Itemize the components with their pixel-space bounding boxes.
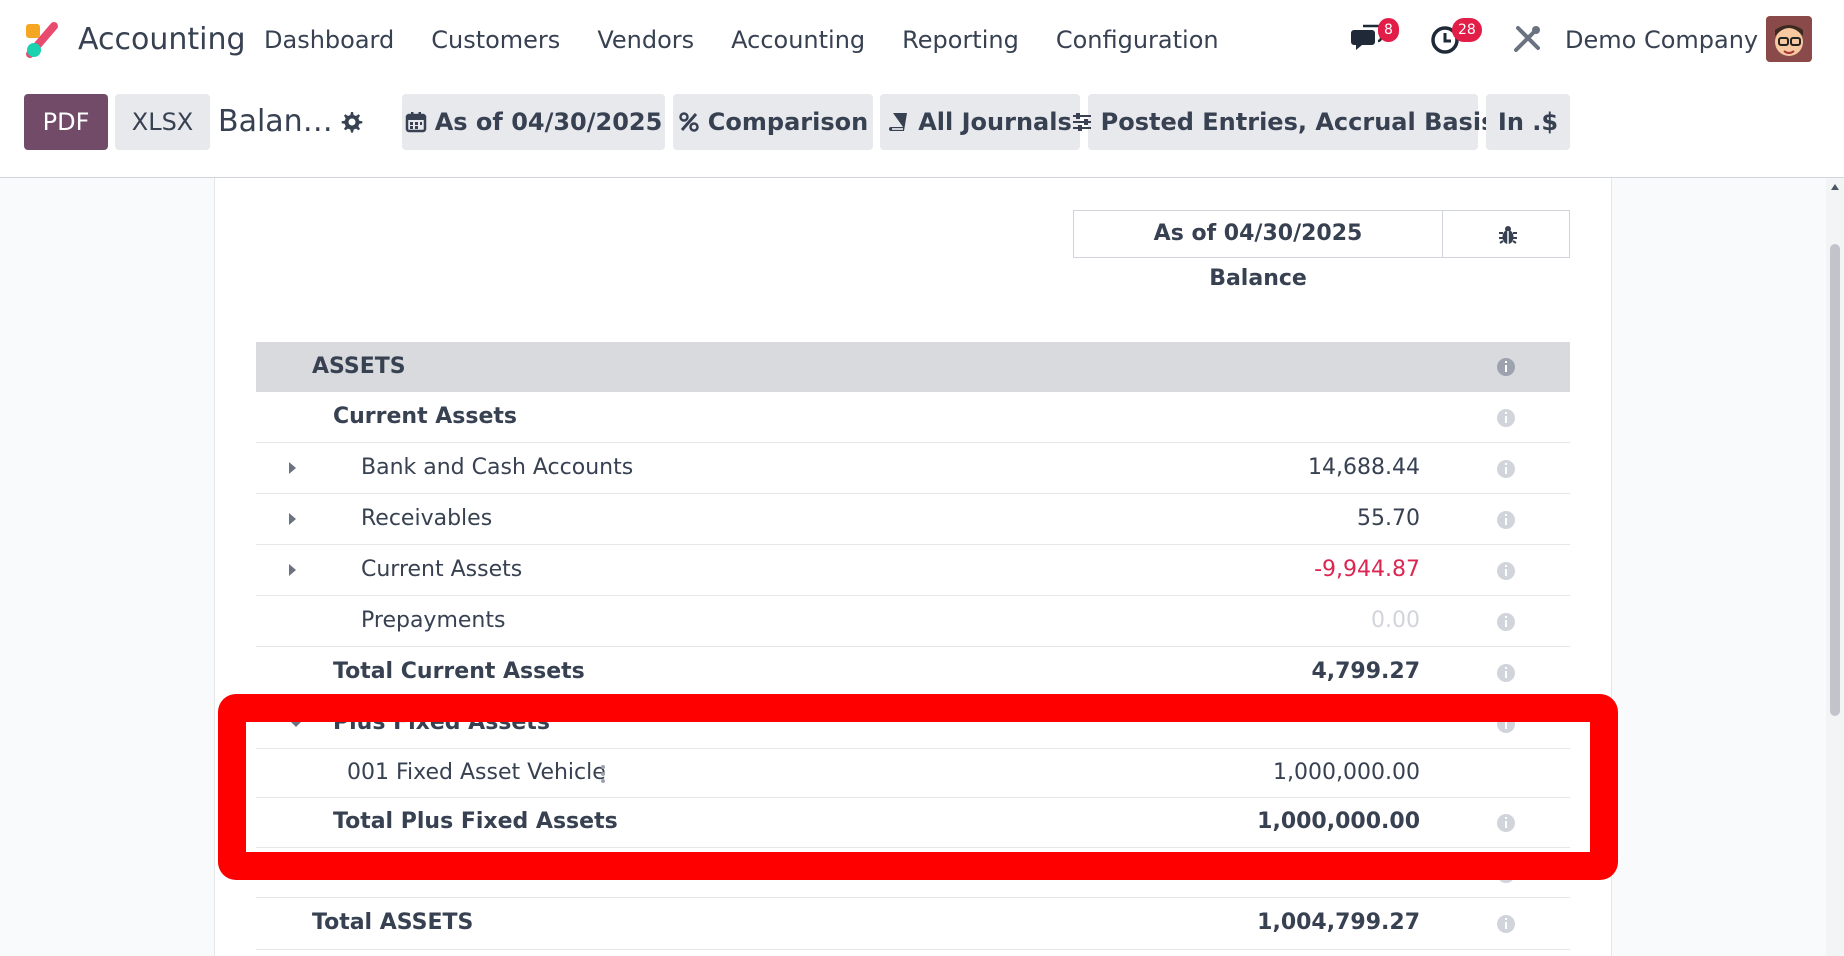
report-line-current-assets[interactable]: Current Assets -9,944.87 (256, 545, 1570, 596)
line-label: Plus Non-current Assets (333, 860, 595, 885)
report-line-receivables[interactable]: Receivables 55.70 (256, 494, 1570, 545)
info-icon[interactable] (1497, 715, 1515, 733)
report-line-plus-non-current-assets[interactable]: Plus Non-current Assets 0.00 (256, 848, 1570, 898)
report-line-current-assets-section[interactable]: Current Assets (256, 392, 1570, 443)
info-icon[interactable] (1497, 358, 1515, 376)
date-filter-label: As of 04/30/2025 (434, 108, 663, 136)
menu-accounting[interactable]: Accounting (731, 20, 865, 60)
comparison-filter-button[interactable]: Comparison (673, 94, 873, 150)
report-title: Balan… (218, 104, 333, 139)
line-label: Current Assets (361, 557, 523, 582)
book-icon (889, 113, 908, 131)
journals-filter-button[interactable]: All Journals (880, 94, 1080, 150)
menu-dashboard[interactable]: Dashboard (264, 20, 394, 60)
journals-filter-label: All Journals (918, 108, 1072, 136)
line-label: Current Assets (333, 404, 518, 429)
debug-column-header[interactable] (1442, 210, 1570, 258)
app-logo-icon[interactable] (22, 20, 62, 60)
report-line-prepayments[interactable]: Prepayments 0.00 (256, 596, 1570, 647)
line-amount: 0.00 (1371, 608, 1420, 633)
line-label: Total Current Assets (333, 659, 585, 684)
line-label: Bank and Cash Accounts (361, 455, 634, 480)
line-amount[interactable]: 1,000,000.00 (1257, 809, 1420, 834)
caret-right-icon[interactable] (289, 513, 296, 525)
bug-icon[interactable] (1497, 224, 1519, 246)
info-icon[interactable] (1497, 865, 1515, 883)
report-line-bank-cash[interactable]: Bank and Cash Accounts 14,688.44 (256, 443, 1570, 494)
menu-configuration[interactable]: Configuration (1056, 20, 1219, 60)
menu-customers[interactable]: Customers (431, 20, 560, 60)
line-label: Total ASSETS (312, 910, 474, 935)
date-filter-button[interactable]: As of 04/30/2025 (402, 94, 665, 150)
info-icon[interactable] (1497, 409, 1515, 427)
caret-down-icon[interactable] (289, 720, 303, 727)
sliders-icon (1072, 113, 1091, 131)
percent-icon (679, 112, 699, 132)
main-menu: Dashboard Customers Vendors Accounting R… (264, 20, 1256, 60)
entries-filter-label: Posted Entries, Accrual Basis (1100, 108, 1496, 136)
line-label: 001 Fixed Asset Vehicle (347, 760, 606, 785)
info-icon[interactable] (1497, 613, 1515, 631)
menu-reporting[interactable]: Reporting (902, 20, 1019, 60)
report-line-fixed-asset-vehicle[interactable]: 001 Fixed Asset Vehicle 1,000,000.00 (256, 749, 1570, 798)
calendar-icon (405, 112, 426, 133)
currency-filter-button[interactable]: In .$ (1486, 94, 1570, 150)
info-icon[interactable] (1497, 814, 1515, 832)
line-amount: 0.00 (1371, 860, 1420, 885)
column-header-date: As of 04/30/2025 (1073, 210, 1443, 258)
report-line-total-assets[interactable]: Total ASSETS 1,004,799.27 (256, 898, 1570, 950)
scroll-up-arrow-icon[interactable] (1831, 184, 1839, 190)
entries-filter-button[interactable]: Posted Entries, Accrual Basis (1072, 94, 1495, 150)
line-amount[interactable]: 1,000,000.00 (1273, 760, 1420, 785)
line-label: Total Plus Fixed Assets (333, 809, 618, 834)
menu-vendors[interactable]: Vendors (597, 20, 694, 60)
line-amount[interactable]: -9,944.87 (1314, 557, 1420, 582)
gear-icon[interactable] (339, 110, 363, 134)
info-icon[interactable] (1497, 915, 1515, 933)
messages-badge: 8 (1378, 18, 1399, 42)
line-label: Prepayments (361, 608, 506, 633)
report-line-plus-fixed-assets[interactable]: Plus Fixed Assets (256, 698, 1570, 749)
pdf-button[interactable]: PDF (24, 94, 108, 150)
report-line-total-plus-fixed-assets[interactable]: Total Plus Fixed Assets 1,000,000.00 (256, 798, 1570, 848)
xlsx-button[interactable]: XLSX (115, 94, 210, 150)
info-icon[interactable] (1497, 664, 1515, 682)
activities-badge: 28 (1452, 18, 1482, 42)
report-control-bar: PDF XLSX Balan… As of 04/30/2025 Compari… (0, 78, 1844, 178)
comparison-filter-label: Comparison (707, 108, 869, 136)
top-navbar: Accounting Dashboard Customers Vendors A… (0, 0, 1844, 78)
line-amount[interactable]: 55.70 (1357, 506, 1420, 531)
caret-right-icon[interactable] (289, 564, 296, 576)
report-line-total-current-assets[interactable]: Total Current Assets 4,799.27 (256, 647, 1570, 698)
column-subheader-balance: Balance (1209, 266, 1307, 291)
info-icon[interactable] (1497, 511, 1515, 529)
app-name[interactable]: Accounting (78, 20, 246, 60)
line-amount[interactable]: 1,004,799.27 (1257, 910, 1420, 935)
report-line-assets[interactable]: ASSETS (256, 342, 1570, 392)
kebab-icon[interactable] (600, 763, 606, 785)
line-amount[interactable]: 4,799.27 (1311, 659, 1420, 684)
avatar-icon (1766, 16, 1812, 62)
info-icon[interactable] (1497, 460, 1515, 478)
line-label: Plus Fixed Assets (333, 710, 550, 735)
tools-icon[interactable] (1510, 22, 1544, 56)
info-icon[interactable] (1497, 562, 1515, 580)
currency-filter-label: In .$ (1497, 108, 1559, 136)
scrollbar[interactable] (1826, 178, 1844, 956)
scrollbar-thumb[interactable] (1830, 244, 1840, 716)
avatar[interactable] (1766, 16, 1812, 62)
line-label: ASSETS (312, 354, 406, 379)
line-amount[interactable]: 14,688.44 (1308, 455, 1420, 480)
caret-right-icon[interactable] (289, 462, 296, 474)
company-switcher[interactable]: Demo Company (1565, 20, 1758, 60)
line-label: Receivables (361, 506, 493, 531)
